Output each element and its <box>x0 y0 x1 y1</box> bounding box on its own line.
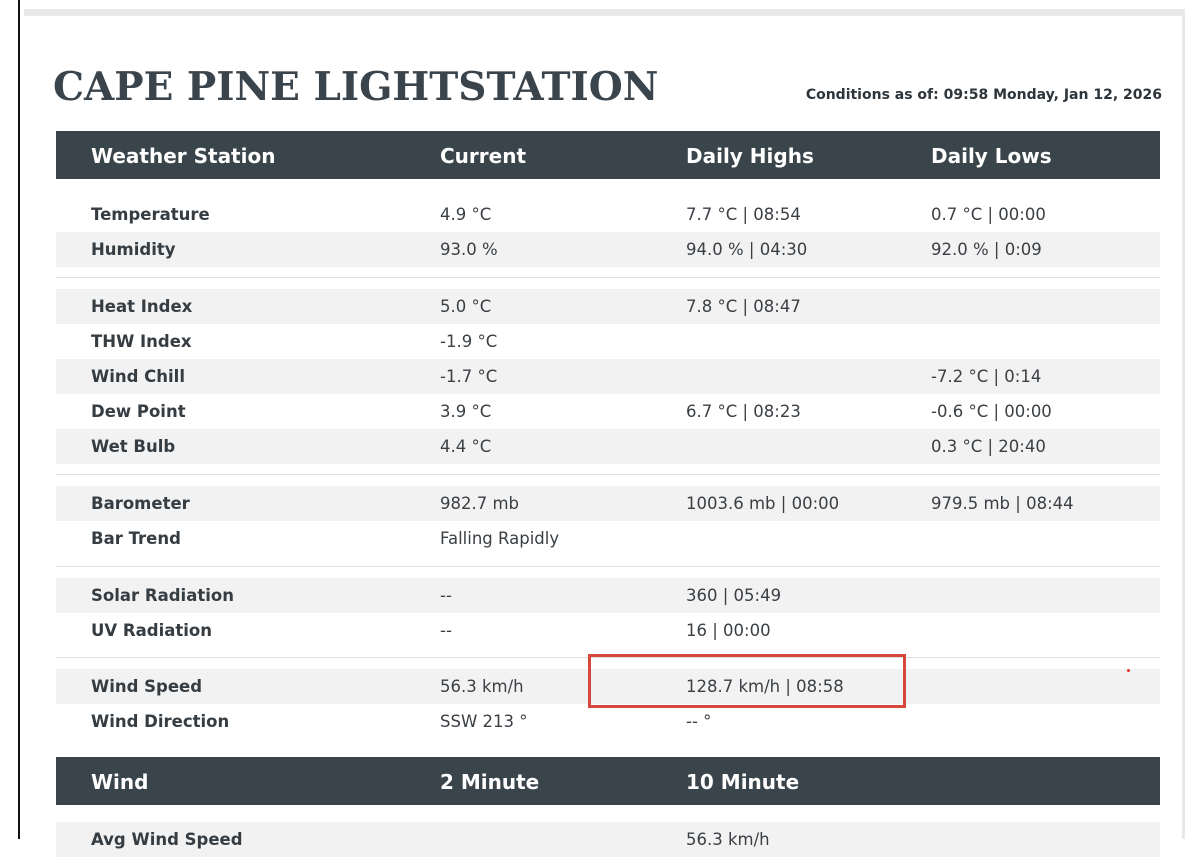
daily-low-value: 0.3 °C | 20:40 <box>931 437 1046 456</box>
daily-high-value: 6.7 °C | 08:23 <box>686 402 801 421</box>
header-current: Current <box>440 144 527 168</box>
current-value: -1.7 °C <box>440 367 498 386</box>
table-row-heat-index: Heat Index 5.0 °C 7.8 °C | 08:47 <box>56 289 1160 324</box>
current-value: 56.3 km/h <box>440 677 524 696</box>
daily-high-value: 16 | 00:00 <box>686 621 771 640</box>
header-10-minute: 10 Minute <box>686 770 800 794</box>
table-row-humidity: Humidity 93.0 % 94.0 % | 04:30 92.0 % | … <box>56 232 1160 267</box>
ten-minute-value: 56.3 km/h <box>686 830 770 849</box>
window-left-border <box>18 0 20 839</box>
current-value: SSW 213 ° <box>440 712 528 731</box>
daily-high-value: 7.8 °C | 08:47 <box>686 297 801 316</box>
group-divider <box>56 277 1160 278</box>
table-row-wind-chill: Wind Chill -1.7 °C -7.2 °C | 0:14 <box>56 359 1160 394</box>
weather-table-header: Weather Station Current Daily Highs Dail… <box>56 131 1160 179</box>
wind-table-header: Wind 2 Minute 10 Minute <box>56 757 1160 805</box>
table-row-bar-trend: Bar Trend Falling Rapidly <box>56 521 1160 556</box>
row-label: Barometer <box>91 494 190 513</box>
conditions-label: Conditions as of: <box>805 87 939 103</box>
table-row-wind-direction: Wind Direction SSW 213 ° -- ° <box>56 704 1160 739</box>
daily-low-value: -7.2 °C | 0:14 <box>931 367 1042 386</box>
row-label: Dew Point <box>91 402 186 421</box>
table-row-dew-point: Dew Point 3.9 °C 6.7 °C | 08:23 -0.6 °C … <box>56 394 1160 429</box>
current-value: -- <box>440 586 452 605</box>
current-value: 5.0 °C <box>440 297 492 316</box>
daily-high-value: -- ° <box>686 712 712 731</box>
table-row-thw-index: THW Index -1.9 °C <box>56 324 1160 359</box>
daily-low-value: 979.5 mb | 08:44 <box>931 494 1074 513</box>
daily-high-value: 7.7 °C | 08:54 <box>686 205 801 224</box>
header-weather-station: Weather Station <box>91 144 276 168</box>
row-label: THW Index <box>91 332 192 351</box>
table-row-avg-wind-speed: Avg Wind Speed 56.3 km/h <box>56 822 1160 857</box>
daily-low-value: -0.6 °C | 00:00 <box>931 402 1052 421</box>
page-right-border <box>1182 9 1185 839</box>
row-label: Wind Speed <box>91 677 203 696</box>
table-row-solar-radiation: Solar Radiation -- 360 | 05:49 <box>56 578 1160 613</box>
current-value: -1.9 °C <box>440 332 498 351</box>
current-value: 4.9 °C <box>440 205 492 224</box>
daily-high-value: 94.0 % | 04:30 <box>686 240 808 259</box>
current-value: -- <box>440 621 452 640</box>
row-label: Humidity <box>91 240 176 259</box>
header-daily-highs: Daily Highs <box>686 144 814 168</box>
conditions-value: 09:58 Monday, Jan 12, 2026 <box>943 87 1162 103</box>
row-label: Wind Direction <box>91 712 230 731</box>
row-label: Wet Bulb <box>91 437 176 456</box>
page-top-border <box>24 9 1185 16</box>
header-2-minute: 2 Minute <box>440 770 540 794</box>
current-value: 982.7 mb <box>440 494 520 513</box>
highlight-annotation-box <box>588 654 906 708</box>
row-label: UV Radiation <box>91 621 212 640</box>
header-wind: Wind <box>91 770 149 794</box>
page-title: CAPE PINE LIGHTSTATION <box>53 64 659 110</box>
table-row-barometer: Barometer 982.7 mb 1003.6 mb | 00:00 979… <box>56 486 1160 521</box>
current-value: Falling Rapidly <box>440 529 560 548</box>
table-row-uv-radiation: UV Radiation -- 16 | 00:00 <box>56 613 1160 648</box>
group-divider <box>56 474 1160 475</box>
row-label: Solar Radiation <box>91 586 234 605</box>
group-divider <box>56 566 1160 567</box>
current-value: 3.9 °C <box>440 402 492 421</box>
row-label: Heat Index <box>91 297 193 316</box>
table-row-wet-bulb: Wet Bulb 4.4 °C 0.3 °C | 20:40 <box>56 429 1160 464</box>
row-label: Temperature <box>91 205 210 224</box>
conditions-timestamp: Conditions as of: 09:58 Monday, Jan 12, … <box>806 87 1162 103</box>
daily-high-value: 360 | 05:49 <box>686 586 782 605</box>
daily-high-value: 1003.6 mb | 00:00 <box>686 494 840 513</box>
daily-low-value: 0.7 °C | 00:00 <box>931 205 1046 224</box>
current-value: 4.4 °C <box>440 437 492 456</box>
row-label: Bar Trend <box>91 529 181 548</box>
daily-low-value: 92.0 % | 0:09 <box>931 240 1042 259</box>
table-row-temperature: Temperature 4.9 °C 7.7 °C | 08:54 0.7 °C… <box>56 197 1160 232</box>
row-label: Avg Wind Speed <box>91 830 243 849</box>
current-value: 93.0 % <box>440 240 498 259</box>
header-daily-lows: Daily Lows <box>931 144 1052 168</box>
row-label: Wind Chill <box>91 367 185 386</box>
annotation-dot <box>1127 669 1130 672</box>
